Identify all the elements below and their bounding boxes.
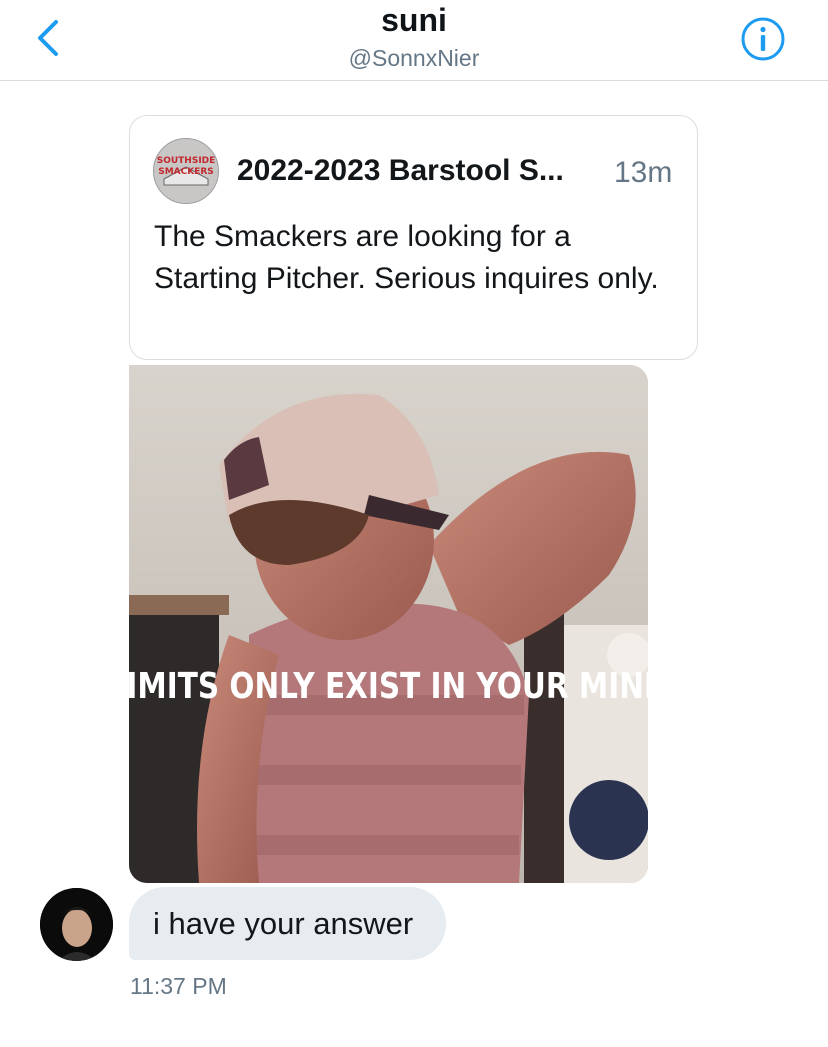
shared-tweet-card[interactable]: SOUTHSIDE SMACKERS 2022-2023 Barstool S.… [129, 115, 698, 360]
conversation-header: suni @SonnxNier [0, 0, 828, 81]
tweet-time: 13m [614, 156, 673, 189]
tweet-author-avatar[interactable]: SOUTHSIDE SMACKERS [153, 138, 219, 204]
message-image[interactable]: LIMITS ONLY EXIST IN YOUR MIND [129, 365, 648, 883]
conversation-handle: @SonnxNier [348, 45, 480, 71]
conversation-title: suni [381, 2, 447, 38]
info-button[interactable] [740, 16, 786, 62]
message-text: i have your answer [153, 906, 414, 941]
tweet-author-name: 2022-2023 Barstool S... [237, 154, 564, 187]
svg-text:SMACKERS: SMACKERS [158, 167, 214, 177]
sender-avatar[interactable] [40, 888, 113, 961]
message-bubble[interactable]: i have your answer [129, 887, 446, 960]
smackers-logo: SOUTHSIDE SMACKERS [154, 139, 218, 203]
tweet-text: The Smackers are looking for a Starting … [154, 220, 659, 295]
message-timestamp: 11:37 PM [130, 973, 227, 999]
meme-caption: LIMITS ONLY EXIST IN YOUR MIND [129, 664, 648, 707]
info-circle-icon [741, 17, 785, 61]
svg-text:SOUTHSIDE: SOUTHSIDE [157, 156, 216, 166]
meme-photo: LIMITS ONLY EXIST IN YOUR MIND [129, 365, 648, 883]
sender-photo [40, 888, 113, 961]
